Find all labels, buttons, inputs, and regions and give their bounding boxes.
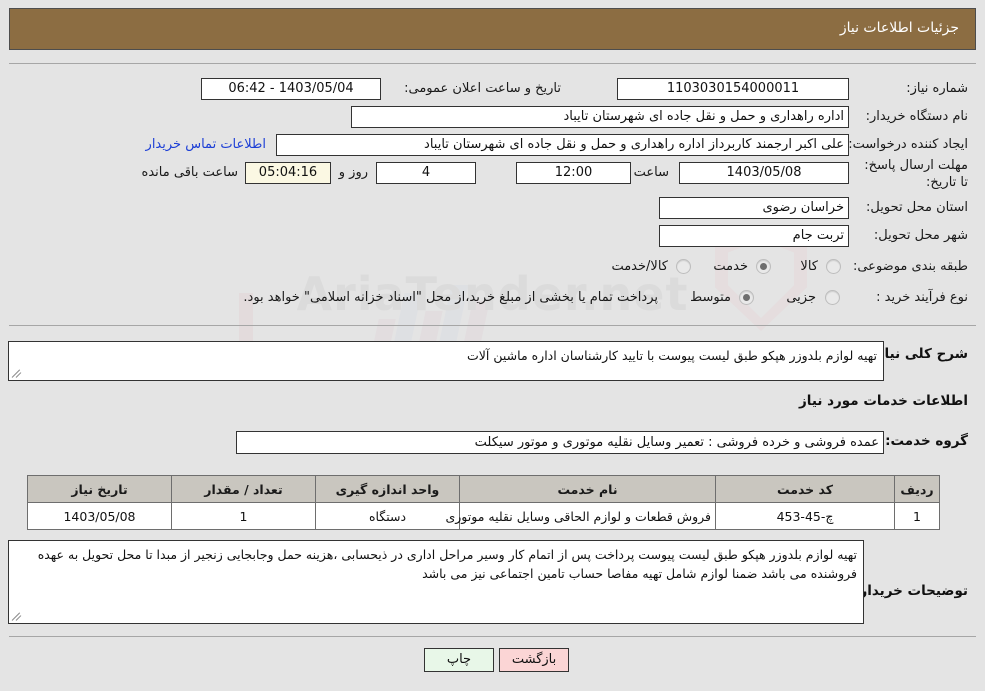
service-group-label: گروه خدمت: bbox=[885, 433, 968, 449]
delivery-city-label: شهر محل تحویل: bbox=[873, 228, 968, 243]
countdown-value: 05:04:16 bbox=[245, 162, 331, 184]
radio-process-medium[interactable] bbox=[739, 290, 754, 305]
col-need-date: تاریخ نیاز bbox=[27, 475, 172, 503]
details-panel: شرح کلی نیاز: تهیه لوازم بلدوزر هپکو طبق… bbox=[8, 327, 976, 637]
payment-note: پرداخت تمام یا بخشی از مبلغ خرید،از محل … bbox=[243, 290, 658, 305]
need-description-value: تهیه لوازم بلدوزر هپکو طبق لیست پیوست با… bbox=[467, 348, 877, 363]
countdown-label: ساعت باقی مانده bbox=[141, 165, 238, 180]
deadline-date-value: 1403/05/08 bbox=[679, 162, 849, 184]
back-button[interactable]: بازگشت bbox=[499, 648, 570, 672]
page-title-bar: جزئیات اطلاعات نیاز bbox=[9, 8, 976, 50]
buyer-org-value: اداره راهداری و حمل و نقل جاده ای شهرستا… bbox=[351, 106, 849, 128]
radio-process-medium-label: متوسط bbox=[690, 290, 731, 305]
buyer-notes-textarea[interactable]: تهیه لوازم بلدوزر هپکو طبق لیست پیوست پر… bbox=[8, 540, 864, 624]
service-group-value: عمده فروشی و خرده فروشی : تعمیر وسایل نق… bbox=[236, 431, 884, 454]
col-quantity: تعداد / مقدار bbox=[171, 475, 316, 503]
table-row: 1 چ-45-453 فروش قطعات و لوازم الحاقی وسا… bbox=[27, 502, 940, 530]
remaining-days-label: روز و bbox=[338, 165, 368, 180]
cell-row-no: 1 bbox=[894, 502, 940, 530]
page-root: AriaTender.net جزئیات اطلاعات نیاز شماره… bbox=[0, 0, 985, 691]
cell-quantity: 1 bbox=[171, 502, 316, 530]
buyer-org-label: نام دستگاه خریدار: bbox=[865, 109, 968, 124]
table-header-row: ردیف کد خدمت نام خدمت واحد اندازه گیری ت… bbox=[27, 475, 940, 503]
remaining-days-value: 4 bbox=[376, 162, 476, 184]
request-creator-label: ایجاد کننده درخواست: bbox=[848, 137, 968, 152]
radio-category-service[interactable] bbox=[756, 259, 771, 274]
delivery-province-value: خراسان رضوی bbox=[659, 197, 849, 219]
response-deadline-label: مهلت ارسال پاسخ: تا تاریخ: bbox=[864, 158, 968, 190]
services-table: ردیف کد خدمت نام خدمت واحد اندازه گیری ت… bbox=[27, 475, 940, 530]
print-button[interactable]: چاپ bbox=[423, 648, 494, 672]
radio-process-minor[interactable] bbox=[825, 290, 840, 305]
radio-category-goods[interactable] bbox=[826, 259, 841, 274]
radio-category-service-label: خدمت bbox=[713, 259, 748, 274]
page-title: جزئیات اطلاعات نیاز bbox=[839, 20, 959, 36]
cell-service-code: چ-45-453 bbox=[715, 502, 895, 530]
deadline-hour-label: ساعت bbox=[633, 165, 669, 180]
need-number-value: 1103030154000011 bbox=[617, 78, 849, 100]
radio-process-minor-label: جزیی bbox=[786, 290, 816, 305]
announce-datetime-value: 1403/05/04 - 06:42 bbox=[201, 78, 381, 100]
col-service-code: کد خدمت bbox=[715, 475, 895, 503]
need-description-label: شرح کلی نیاز: bbox=[871, 346, 968, 362]
cell-service-name: فروش قطعات و لوازم الحاقی وسایل نقلیه مو… bbox=[445, 502, 716, 530]
purchase-process-label: نوع فرآیند خرید : bbox=[876, 290, 968, 305]
subject-category-label: طبقه بندی موضوعی: bbox=[852, 259, 968, 274]
buyer-notes-label: توضیحات خریدار: bbox=[854, 583, 968, 599]
col-row-no: ردیف bbox=[894, 475, 940, 503]
cell-need-date: 1403/05/08 bbox=[27, 502, 172, 530]
radio-category-goods-service[interactable] bbox=[676, 259, 691, 274]
services-section-heading: اطلاعات خدمات مورد نیاز bbox=[798, 393, 968, 409]
buyer-contact-link[interactable]: اطلاعات تماس خریدار bbox=[146, 137, 266, 152]
radio-category-goods-service-label: کالا/خدمت bbox=[611, 259, 668, 274]
col-unit: واحد اندازه گیری bbox=[315, 475, 460, 503]
col-service-name: نام خدمت bbox=[459, 475, 716, 503]
delivery-province-label: استان محل تحویل: bbox=[866, 200, 968, 215]
resize-grip-icon-2 bbox=[11, 611, 22, 621]
deadline-time-value: 12:00 bbox=[516, 162, 631, 184]
radio-category-goods-label: کالا bbox=[800, 259, 818, 274]
resize-grip-icon bbox=[11, 368, 22, 378]
delivery-city-value: تربت جام bbox=[659, 225, 849, 247]
need-number-label: شماره نیاز: bbox=[906, 81, 968, 96]
request-creator-value: علی اکبر ارجمند کاربرداز اداره راهداری و… bbox=[276, 134, 849, 156]
cell-unit: دستگاه bbox=[315, 502, 460, 530]
action-buttons: بازگشت چاپ bbox=[0, 648, 985, 678]
announce-datetime-label: تاریخ و ساعت اعلان عمومی: bbox=[404, 81, 561, 96]
need-description-textarea[interactable]: تهیه لوازم بلدوزر هپکو طبق لیست پیوست با… bbox=[8, 341, 884, 381]
buyer-notes-value: تهیه لوازم بلدوزر هپکو طبق لیست پیوست پر… bbox=[37, 547, 857, 581]
summary-panel: شماره نیاز: 1103030154000011 تاریخ و ساع… bbox=[9, 63, 976, 326]
